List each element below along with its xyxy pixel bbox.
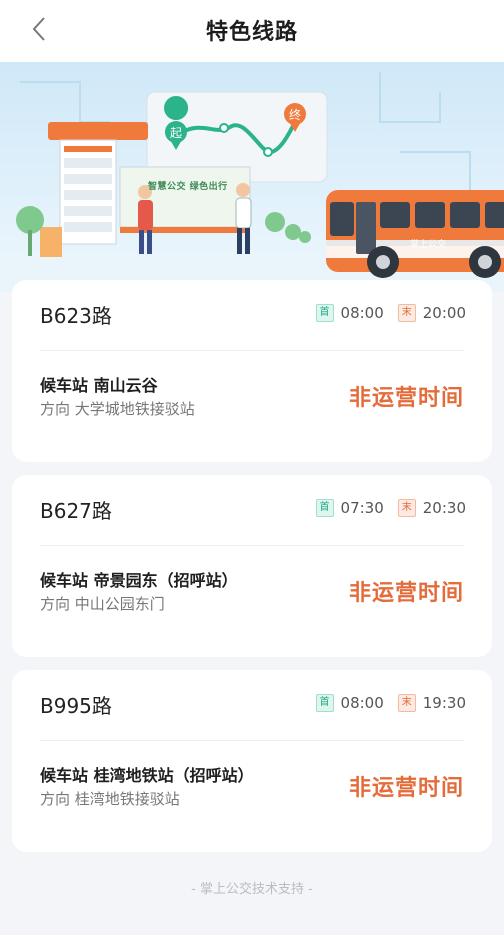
service-times: 首 08:00 末 20:00 [315, 304, 466, 322]
last-bus-tag: 末 [397, 499, 416, 517]
route-card[interactable]: B623路 首 08:00 末 20:00 候车站 南山云谷 方向 大学城地铁接… [12, 280, 492, 462]
direction-name: 桂湾地铁接驳站 [74, 790, 180, 808]
route-name: B995路 [40, 694, 112, 718]
service-status: 非运营时间 [348, 386, 464, 411]
divider [40, 545, 464, 546]
first-bus-time: 08:00 [340, 694, 384, 712]
direction-prefix: 方向 [40, 400, 71, 418]
stop-name: 帝景园东（招呼站） [93, 571, 238, 590]
stop-prefix: 候车站 [40, 766, 89, 785]
bus-label: 掌上公交 [410, 240, 447, 250]
bus-illustration [326, 190, 504, 278]
direction-prefix: 方向 [40, 595, 71, 613]
divider [40, 350, 464, 351]
stop-name: 桂湾地铁站（招呼站） [93, 766, 254, 785]
direction-name: 大学城地铁接驳站 [74, 400, 195, 418]
waiting-stop: 候车站 南山云谷 [40, 372, 158, 396]
first-bus-tag: 首 [315, 499, 334, 517]
service-status: 非运营时间 [348, 581, 464, 606]
direction: 方向 中山公园东门 [40, 593, 165, 614]
page-title: 特色线路 [205, 20, 298, 45]
direction: 方向 大学城地铁接驳站 [40, 398, 195, 419]
direction: 方向 桂湾地铁接驳站 [40, 788, 180, 809]
service-times: 首 08:00 末 19:30 [315, 694, 466, 712]
last-bus-tag: 末 [397, 304, 416, 322]
route-card[interactable]: B627路 首 07:30 末 20:30 候车站 帝景园东（招呼站） 方向 中… [12, 475, 492, 657]
stop-name: 南山云谷 [93, 376, 158, 395]
first-bus-time: 07:30 [340, 499, 384, 517]
top-bar: 特色线路 [0, 0, 504, 62]
start-marker-text: 起 [170, 126, 182, 140]
last-bus-time: 20:00 [422, 304, 466, 322]
last-bus-time: 19:30 [422, 694, 466, 712]
service-times: 首 07:30 末 20:30 [315, 499, 466, 517]
service-status: 非运营时间 [348, 776, 464, 801]
banner-slogan: 智慧公交 绿色出行 [148, 182, 228, 192]
direction-prefix: 方向 [40, 790, 71, 808]
stop-prefix: 候车站 [40, 571, 89, 590]
last-bus-tag: 末 [397, 694, 416, 712]
footer-credit: - 掌上公交技术支持 - [191, 882, 313, 897]
route-name: B627路 [40, 499, 112, 523]
first-bus-tag: 首 [315, 694, 334, 712]
waiting-stop: 候车站 桂湾地铁站（招呼站） [40, 762, 254, 786]
route-card[interactable]: B995路 首 08:00 末 19:30 候车站 桂湾地铁站（招呼站） 方向 … [12, 670, 492, 852]
first-bus-time: 08:00 [340, 304, 384, 322]
last-bus-time: 20:30 [422, 499, 466, 517]
direction-name: 中山公园东门 [74, 595, 165, 613]
route-name: B623路 [40, 304, 112, 328]
waiting-stop: 候车站 帝景园东（招呼站） [40, 567, 238, 591]
divider [40, 740, 464, 741]
banner-illustration: 起 终 智慧公交 绿色出行 掌上公交 [0, 62, 504, 292]
stop-prefix: 候车站 [40, 376, 89, 395]
end-marker-text: 终 [289, 107, 301, 122]
first-bus-tag: 首 [315, 304, 334, 322]
